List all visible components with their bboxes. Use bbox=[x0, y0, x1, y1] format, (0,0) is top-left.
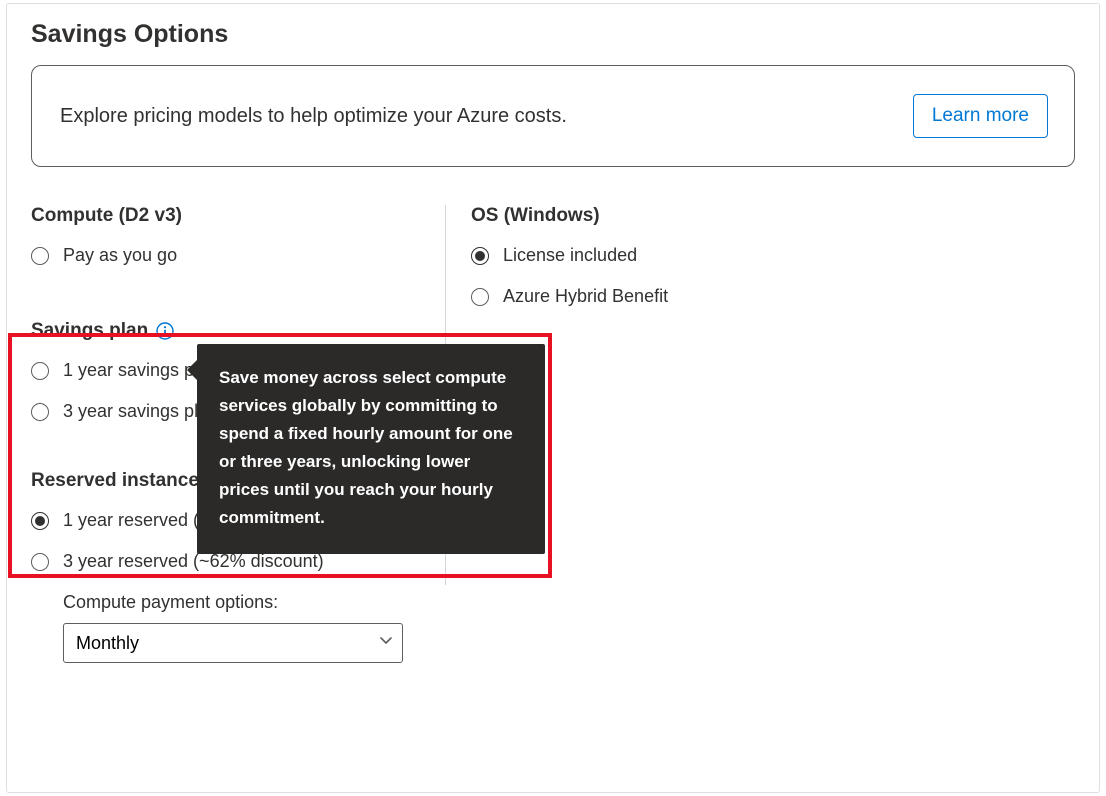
radio-icon bbox=[31, 553, 49, 571]
info-banner-text: Explore pricing models to help optimize … bbox=[60, 105, 567, 128]
info-icon[interactable] bbox=[156, 322, 174, 340]
radio-label: Azure Hybrid Benefit bbox=[503, 286, 668, 307]
compute-payment-label: Compute payment options: bbox=[63, 592, 425, 613]
compute-heading-text: Compute (D2 v3) bbox=[31, 205, 182, 227]
radio-label: 3 year savings plan bbox=[63, 401, 218, 422]
os-heading: OS (Windows) bbox=[471, 205, 1075, 227]
radio-icon bbox=[31, 362, 49, 380]
compute-payment-select[interactable]: Monthly bbox=[63, 623, 403, 663]
os-heading-text: OS (Windows) bbox=[471, 205, 600, 227]
compute-payment-select-wrap: Monthly bbox=[63, 623, 403, 663]
savings-plan-tooltip: Save money across select compute service… bbox=[197, 344, 545, 554]
radio-azure-hybrid-benefit[interactable]: Azure Hybrid Benefit bbox=[471, 286, 1075, 307]
learn-more-button[interactable]: Learn more bbox=[913, 94, 1048, 138]
radio-license-included[interactable]: License included bbox=[471, 245, 1075, 266]
radio-icon bbox=[31, 247, 49, 265]
options-columns: Compute (D2 v3) Pay as you go Savings pl… bbox=[31, 205, 1075, 663]
page-title: Savings Options bbox=[31, 20, 1075, 49]
radio-icon-selected bbox=[471, 247, 489, 265]
savings-plan-heading: Savings plan bbox=[31, 320, 425, 342]
radio-icon-selected bbox=[31, 512, 49, 530]
savings-plan-heading-text: Savings plan bbox=[31, 320, 148, 342]
savings-options-panel: Savings Options Explore pricing models t… bbox=[6, 3, 1100, 793]
info-banner: Explore pricing models to help optimize … bbox=[31, 65, 1075, 167]
radio-label: 3 year reserved (~62% discount) bbox=[63, 551, 324, 572]
compute-heading: Compute (D2 v3) bbox=[31, 205, 425, 227]
radio-icon bbox=[471, 288, 489, 306]
radio-label: Pay as you go bbox=[63, 245, 177, 266]
radio-icon bbox=[31, 403, 49, 421]
radio-3-year-reserved[interactable]: 3 year reserved (~62% discount) bbox=[31, 551, 425, 572]
radio-pay-as-you-go[interactable]: Pay as you go bbox=[31, 245, 425, 266]
compute-payment-block: Compute payment options: Monthly bbox=[31, 592, 425, 663]
reserved-instances-heading-text: Reserved instances bbox=[31, 470, 210, 492]
radio-label: License included bbox=[503, 245, 637, 266]
